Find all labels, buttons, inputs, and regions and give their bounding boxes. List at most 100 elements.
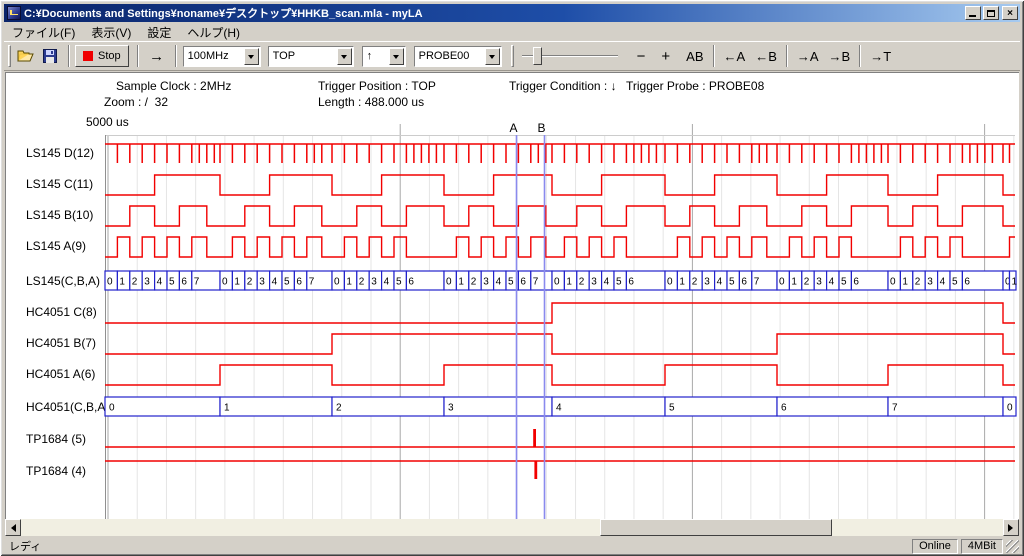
svg-text:4: 4 — [940, 277, 946, 288]
menu-item-1[interactable]: 表示(V) — [83, 23, 139, 42]
zoom-slider[interactable] — [520, 45, 620, 67]
svg-text:3: 3 — [704, 277, 710, 288]
menu-bar: ファイル(F)表示(V)設定ヘルプ(H) — [4, 23, 1020, 41]
minimize-icon — [969, 15, 976, 17]
menu-item-3[interactable]: ヘルプ(H) — [179, 23, 248, 42]
svg-text:2: 2 — [471, 277, 477, 288]
svg-text:6: 6 — [781, 403, 787, 414]
set-cursor-a-button[interactable]: →A — [792, 45, 824, 67]
svg-text:2: 2 — [359, 277, 365, 288]
maximize-button[interactable] — [983, 6, 999, 20]
svg-text:2: 2 — [132, 277, 138, 288]
close-button[interactable]: × — [1002, 6, 1018, 20]
toolbar: Stop → 100MHz TOP ↑ PROBE00 − + AB ←A — [4, 41, 1020, 71]
svg-text:2: 2 — [915, 277, 921, 288]
waveform-plot[interactable]: 0123456701234567012345601234567012345601… — [6, 73, 1019, 519]
chevron-down-icon — [341, 55, 347, 62]
combo-dropdown-button[interactable] — [244, 48, 259, 65]
svg-text:3: 3 — [927, 277, 933, 288]
trigger-edge-value: ↑ — [367, 50, 389, 62]
svg-text:5: 5 — [396, 277, 402, 288]
svg-text:3: 3 — [591, 277, 597, 288]
combo-dropdown-button[interactable] — [389, 48, 404, 65]
combo-dropdown-button[interactable] — [337, 48, 352, 65]
trigger-position-combo[interactable]: TOP — [268, 46, 354, 67]
svg-text:3: 3 — [816, 277, 822, 288]
svg-text:5: 5 — [284, 277, 290, 288]
menu-item-0[interactable]: ファイル(F) — [4, 23, 83, 42]
scroll-right-button[interactable] — [1003, 519, 1019, 536]
zoom-in-button[interactable]: + — [656, 45, 675, 67]
resize-grip[interactable] — [1006, 540, 1019, 553]
minimize-button[interactable] — [965, 6, 981, 20]
stop-square-icon — [83, 51, 93, 61]
status-message: レディ — [4, 538, 912, 554]
toolbar-separator — [68, 45, 70, 67]
svg-text:3: 3 — [448, 403, 454, 414]
toolbar-separator — [859, 45, 861, 67]
save-button[interactable] — [38, 45, 62, 67]
svg-text:7: 7 — [309, 277, 315, 288]
svg-text:3: 3 — [371, 277, 377, 288]
svg-text:5: 5 — [952, 277, 958, 288]
svg-text:0: 0 — [222, 277, 228, 288]
combo-dropdown-button[interactable] — [485, 48, 500, 65]
svg-text:2: 2 — [692, 277, 698, 288]
open-file-button[interactable] — [14, 45, 38, 67]
svg-text:3: 3 — [483, 277, 489, 288]
toolbar-separator — [137, 45, 139, 67]
ab-cursors-button[interactable]: AB — [681, 45, 708, 67]
svg-text:5: 5 — [169, 277, 175, 288]
svg-text:4: 4 — [604, 277, 610, 288]
floppy-disk-icon — [43, 49, 57, 63]
svg-text:1: 1 — [119, 277, 125, 288]
goto-cursor-b-button[interactable]: ←B — [750, 45, 782, 67]
app-icon — [7, 6, 21, 20]
app-window: C:¥Documents and Settings¥noname¥デスクトップ¥… — [0, 0, 1024, 556]
trigger-probe-combo[interactable]: PROBE00 — [414, 46, 502, 67]
trigger-edge-combo[interactable]: ↑ — [362, 46, 406, 67]
svg-text:1: 1 — [791, 277, 797, 288]
horizontal-scrollbar[interactable] — [5, 519, 1019, 536]
svg-text:4: 4 — [157, 277, 163, 288]
menu-item-2[interactable]: 設定 — [139, 23, 179, 42]
svg-text:0: 0 — [890, 277, 896, 288]
run-single-button[interactable]: → — [143, 45, 171, 67]
chevron-down-icon — [393, 55, 399, 62]
zoom-slider-thumb[interactable] — [533, 47, 542, 65]
stop-label: Stop — [98, 50, 121, 62]
trigger-position-value: TOP — [273, 50, 337, 62]
waveform-client-area: Sample Clock : 2MHz Trigger Position : T… — [5, 72, 1019, 519]
online-status-badge: Online — [912, 539, 958, 554]
toolbar-grip[interactable] — [8, 45, 11, 67]
set-cursor-b-button[interactable]: →B — [824, 45, 856, 67]
chevron-down-icon — [489, 55, 495, 62]
stop-button[interactable]: Stop — [75, 45, 129, 67]
svg-text:1: 1 — [224, 403, 230, 414]
arrow-left-icon — [7, 524, 16, 532]
goto-trigger-button[interactable]: →T — [865, 45, 896, 67]
toolbar-separator — [786, 45, 788, 67]
svg-text:4: 4 — [556, 403, 562, 414]
svg-text:6: 6 — [296, 277, 302, 288]
zoom-out-button[interactable]: − — [632, 45, 651, 67]
svg-text:7: 7 — [194, 277, 200, 288]
scroll-left-button[interactable] — [5, 519, 21, 536]
toolbar-grip[interactable] — [511, 45, 514, 67]
svg-text:1: 1 — [902, 277, 908, 288]
svg-text:4: 4 — [829, 277, 835, 288]
goto-cursor-a-button[interactable]: ←A — [719, 45, 751, 67]
svg-text:0: 0 — [667, 277, 673, 288]
chevron-down-icon — [248, 55, 254, 62]
scrollbar-thumb[interactable] — [600, 519, 832, 536]
sample-clock-combo[interactable]: 100MHz — [183, 46, 261, 67]
status-bar: レディ Online 4MBit — [4, 538, 1020, 554]
svg-text:4: 4 — [717, 277, 723, 288]
svg-text:0: 0 — [1007, 403, 1013, 414]
maximize-icon — [987, 10, 995, 17]
close-icon: × — [1007, 8, 1013, 19]
toolbar-separator — [175, 45, 177, 67]
svg-text:6: 6 — [741, 277, 747, 288]
svg-text:5: 5 — [841, 277, 847, 288]
svg-text:3: 3 — [259, 277, 265, 288]
